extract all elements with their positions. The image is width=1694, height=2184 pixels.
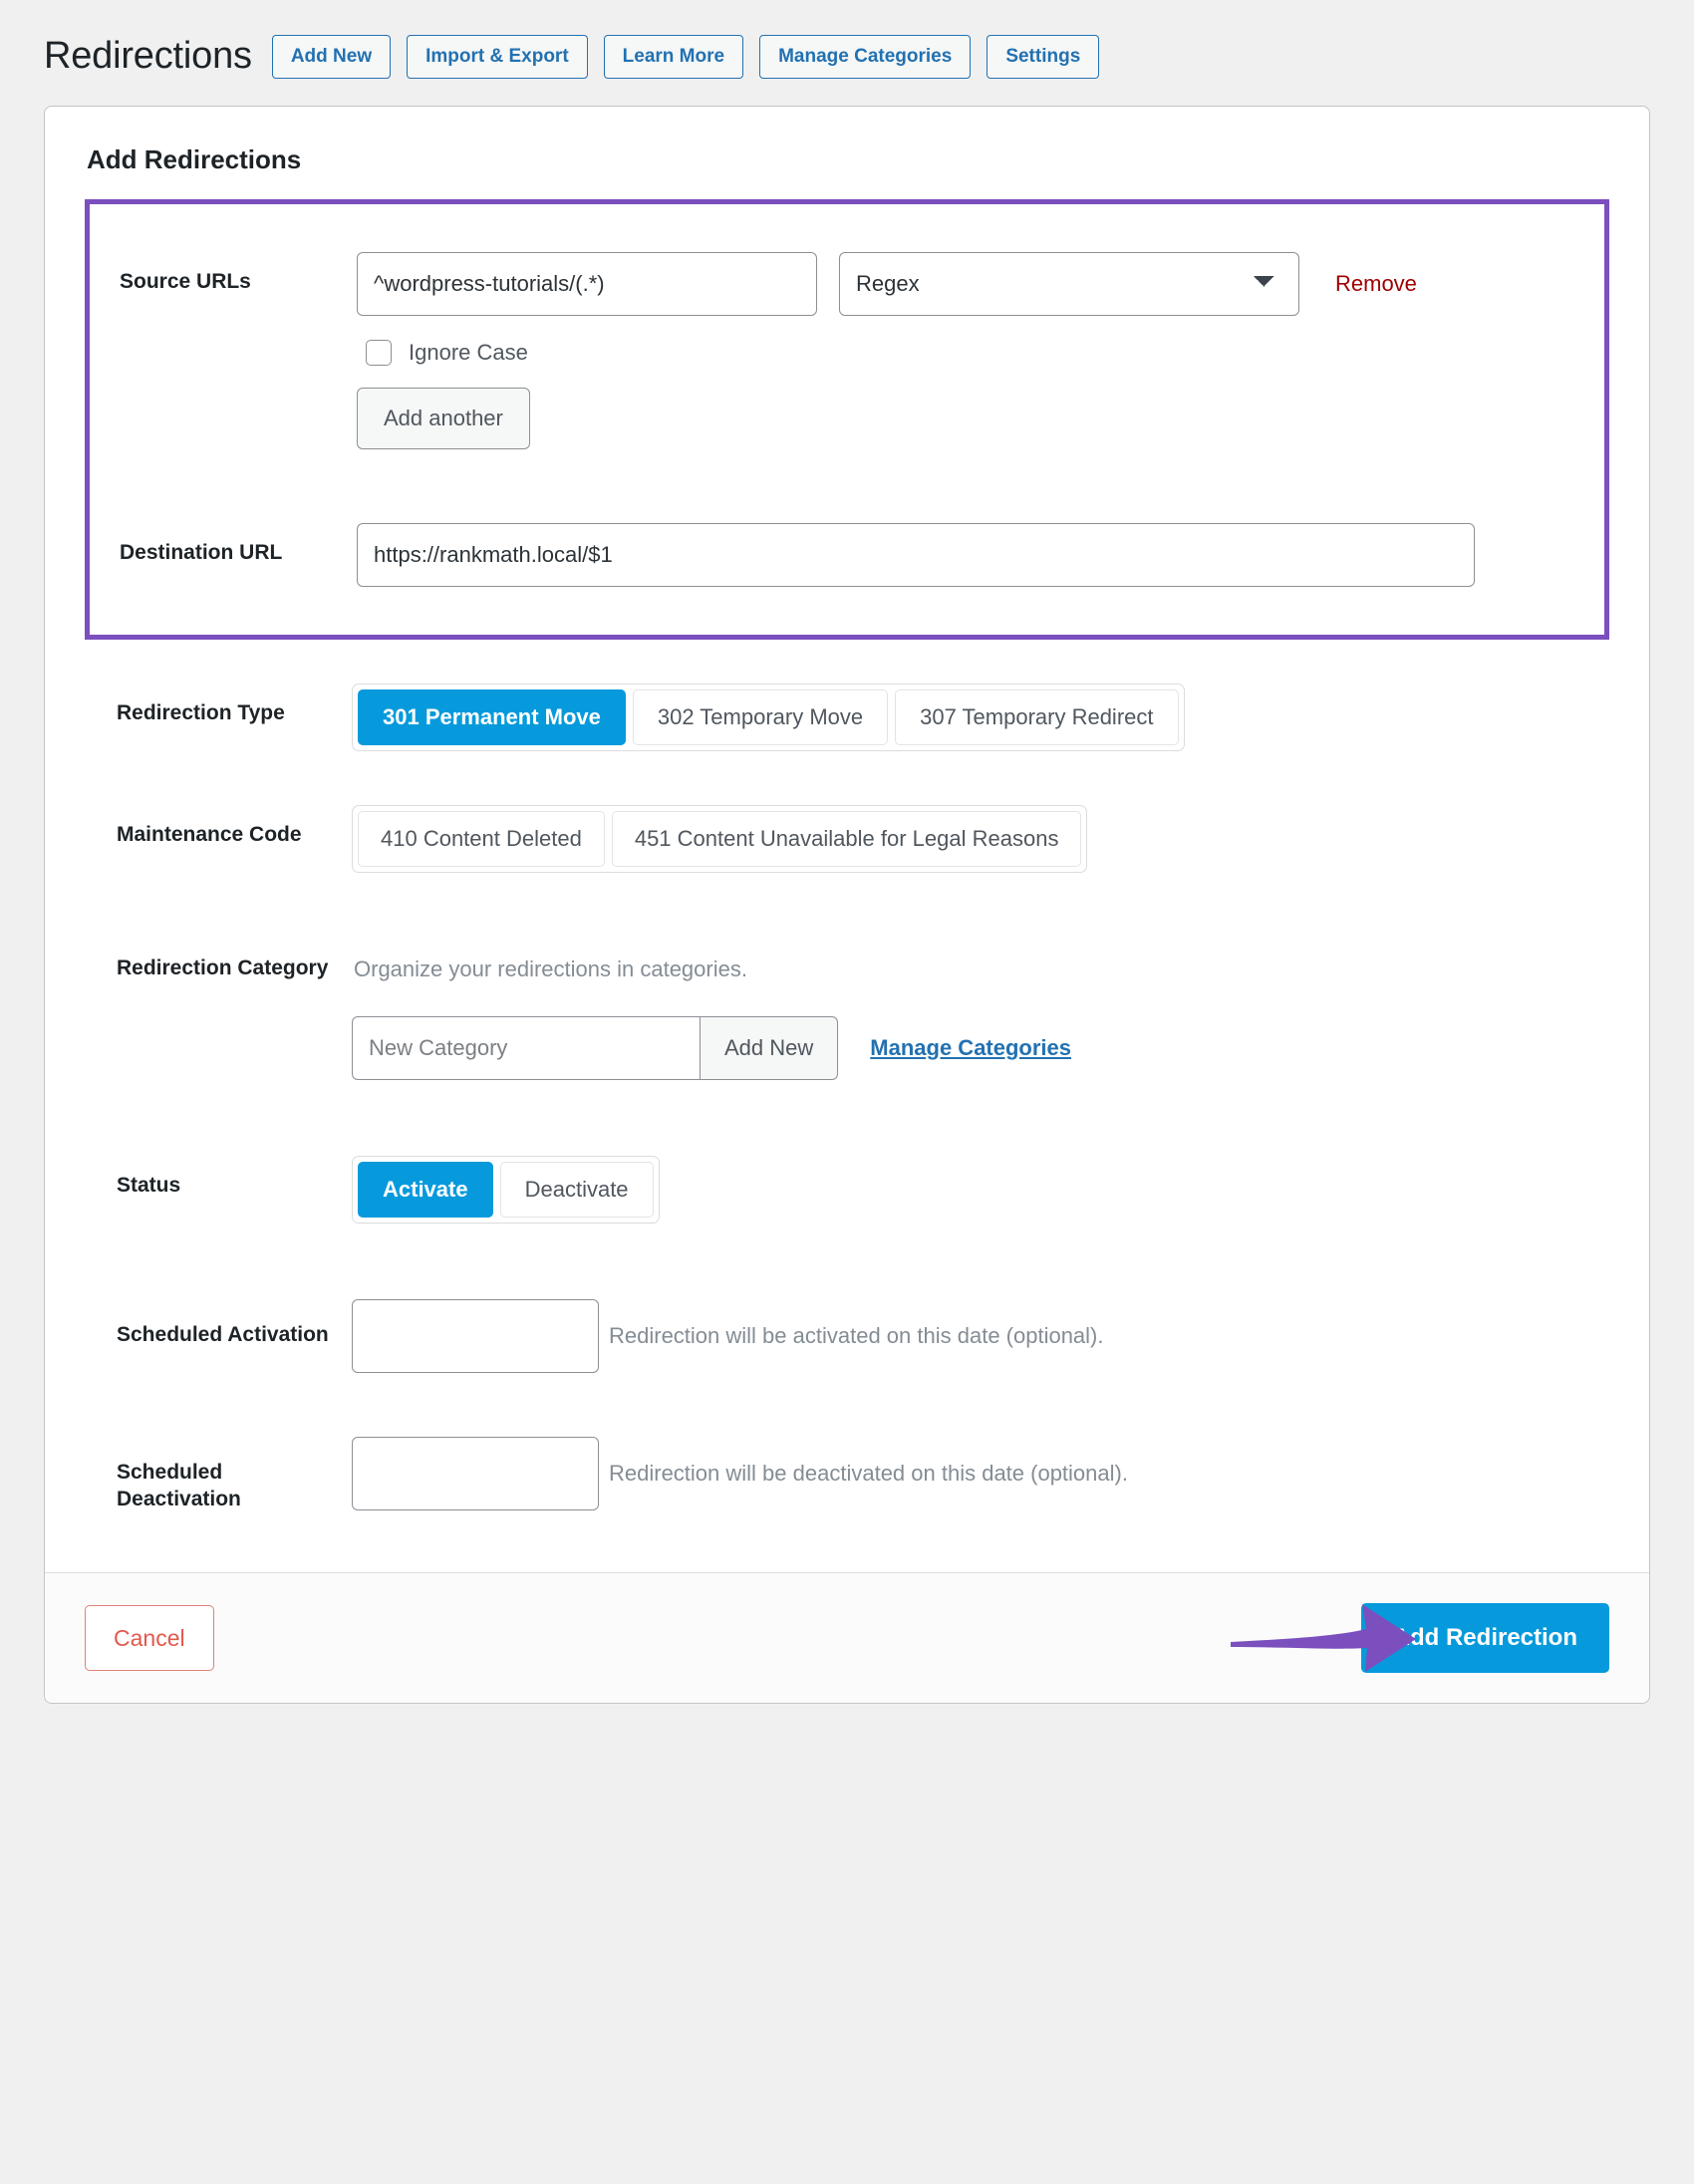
category-input-line: Add New Manage Categories — [352, 1015, 1609, 1080]
manage-categories-link[interactable]: Manage Categories — [870, 1035, 1071, 1061]
row-maintenance-code: Maintenance Code 410 Content Deleted 451… — [85, 769, 1609, 891]
label-maintenance-code: Maintenance Code — [117, 822, 302, 846]
scheduled-activation-help: Redirection will be activated on this da… — [609, 1322, 1104, 1348]
header-button-import-export[interactable]: Import & Export — [407, 34, 588, 79]
remove-source-link[interactable]: Remove — [1335, 271, 1417, 297]
new-category-input[interactable] — [352, 1015, 701, 1080]
destination-url-input[interactable] — [357, 522, 1475, 587]
row-scheduled-deactivation: Scheduled Deactivation Redirection will … — [85, 1391, 1609, 1553]
card-footer: Cancel Add Redirection — [45, 1572, 1649, 1704]
ignore-case-label: Ignore Case — [409, 339, 528, 365]
header-button-manage-categories[interactable]: Manage Categories — [759, 34, 972, 79]
status-activate[interactable]: Activate — [358, 1161, 493, 1218]
source-match-type-select[interactable]: Regex — [839, 251, 1299, 316]
row-destination-url: Destination URL — [90, 467, 1604, 605]
cancel-button[interactable]: Cancel — [85, 1605, 214, 1672]
field-redirection-category: Organize your redirections in categories… — [352, 951, 1609, 1080]
redirection-type-302[interactable]: 302 Temporary Move — [632, 688, 889, 745]
add-redirection-button[interactable]: Add Redirection — [1360, 1603, 1609, 1674]
label-status: Status — [117, 1173, 181, 1197]
highlight-annotation-box: Source URLs Regex Remove Ignore Case — [85, 198, 1609, 640]
redirection-type-307[interactable]: 307 Temporary Redirect — [895, 688, 1179, 745]
label-redirection-type: Redirection Type — [117, 700, 285, 724]
scheduled-deactivation-input[interactable] — [352, 1436, 599, 1510]
field-source-urls: Regex Remove Ignore Case Add another — [357, 251, 1604, 449]
source-url-input[interactable] — [357, 251, 817, 316]
field-status: Activate Deactivate — [352, 1155, 1609, 1224]
field-scheduled-deactivation: Redirection will be deactivated on this … — [352, 1436, 1609, 1510]
redirection-type-301[interactable]: 301 Permanent Move — [358, 688, 626, 745]
add-another-button[interactable]: Add another — [357, 387, 530, 449]
scheduled-deactivation-help: Redirection will be deactivated on this … — [609, 1460, 1128, 1486]
redirection-type-group: 301 Permanent Move 302 Temporary Move 30… — [352, 682, 1185, 751]
field-maintenance-code: 410 Content Deleted 451 Content Unavaila… — [352, 804, 1609, 873]
label-scheduled-deactivation: Scheduled Deactivation — [117, 1460, 241, 1510]
row-redirection-type: Redirection Type 301 Permanent Move 302 … — [85, 640, 1609, 769]
card-body: Add Redirections Source URLs Regex Remov… — [45, 107, 1649, 1573]
row-source-urls: Source URLs Regex Remove Ignore Case — [90, 234, 1604, 467]
card-heading: Add Redirections — [87, 143, 302, 174]
label-destination-url: Destination URL — [120, 540, 283, 564]
field-scheduled-activation: Redirection will be activated on this da… — [352, 1298, 1609, 1373]
maintenance-code-410[interactable]: 410 Content Deleted — [358, 810, 605, 867]
maintenance-code-group: 410 Content Deleted 451 Content Unavaila… — [352, 804, 1088, 873]
category-help-text: Organize your redirections in categories… — [354, 956, 747, 981]
scheduled-activation-input[interactable] — [352, 1298, 599, 1373]
ignore-case-row: Ignore Case — [357, 339, 1604, 366]
header-button-settings[interactable]: Settings — [987, 34, 1100, 79]
row-redirection-category: Redirection Category Organize your redir… — [85, 891, 1609, 1098]
ignore-case-checkbox[interactable] — [366, 339, 392, 366]
status-deactivate[interactable]: Deactivate — [499, 1161, 654, 1218]
header-button-add-new[interactable]: Add New — [271, 34, 392, 79]
add-redirections-card: Add Redirections Source URLs Regex Remov… — [44, 105, 1650, 1705]
page-title: Redirections — [44, 35, 252, 77]
source-url-line: Regex Remove — [357, 251, 1604, 316]
label-scheduled-activation: Scheduled Activation — [117, 1322, 329, 1346]
scheduled-deactivation-line: Redirection will be deactivated on this … — [352, 1436, 1609, 1510]
row-scheduled-activation: Scheduled Activation Redirection will be… — [85, 1241, 1609, 1391]
header-button-learn-more[interactable]: Learn More — [603, 34, 744, 79]
label-redirection-category: Redirection Category — [117, 956, 329, 979]
field-redirection-type: 301 Permanent Move 302 Temporary Move 30… — [352, 682, 1609, 751]
maintenance-code-451[interactable]: 451 Content Unavailable for Legal Reason… — [611, 810, 1082, 867]
label-source-urls: Source URLs — [120, 269, 251, 293]
status-group: Activate Deactivate — [352, 1155, 660, 1224]
page-header: Redirections Add New Import & Export Lea… — [0, 0, 1694, 80]
category-add-new-button[interactable]: Add New — [701, 1015, 839, 1080]
scheduled-activation-line: Redirection will be activated on this da… — [352, 1298, 1609, 1373]
field-destination-url — [357, 522, 1604, 587]
row-status: Status Activate Deactivate — [85, 1098, 1609, 1241]
